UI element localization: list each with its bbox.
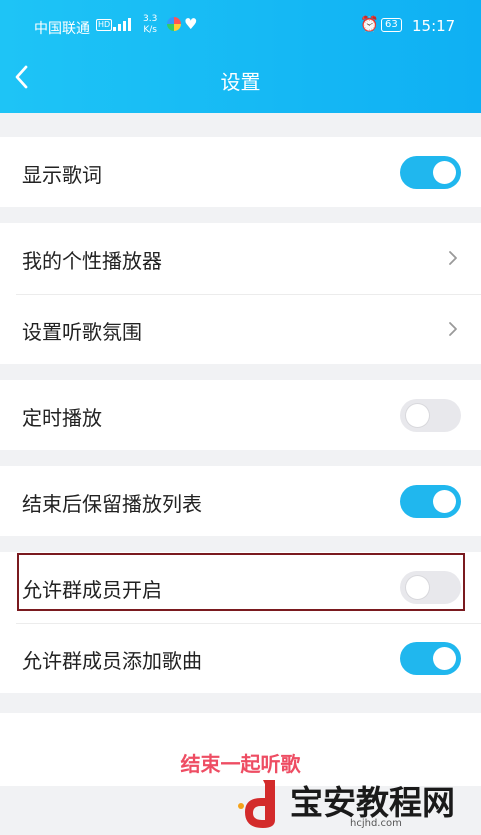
toggle-knob (433, 647, 456, 670)
row-label: 我的个性播放器 (22, 249, 162, 273)
settings-group-timer: 定时播放 (0, 380, 481, 450)
toggle-knob (433, 490, 456, 513)
toggle-knob (406, 404, 429, 427)
signal-icon (113, 18, 131, 31)
network-speed: 3.3 K/s (143, 14, 157, 36)
alarm-icon: ⏰ (360, 15, 379, 33)
carrier-name: 中国联通 (34, 21, 90, 37)
hd-badge: HD (96, 19, 113, 31)
row-label: 允许群成员添加歌曲 (22, 649, 202, 673)
toggle-knob (433, 161, 456, 184)
settings-group-player: 我的个性播放器 设置听歌氛围 (0, 223, 481, 364)
watermark-url: hcjhd.com (350, 818, 402, 829)
allow-members-add-toggle[interactable] (400, 642, 461, 675)
clock: 15:17 (412, 17, 456, 35)
network-speed-unit: K/s (143, 25, 157, 35)
status-bar: 中国联通 HD 3.3 K/s ♥ ⏰ 63 15:17 (0, 0, 481, 52)
row-label: 结束后保留播放列表 (22, 492, 202, 516)
watermark: 宝安教程网 hcjhd.com (232, 772, 481, 835)
timed-play-toggle[interactable] (400, 399, 461, 432)
row-keep-playlist[interactable]: 结束后保留播放列表 (0, 466, 481, 536)
chevron-right-icon (449, 251, 457, 265)
row-listening-atmosphere[interactable]: 设置听歌氛围 (0, 294, 481, 364)
page-title: 设置 (220, 70, 261, 94)
row-allow-members-add[interactable]: 允许群成员添加歌曲 (0, 623, 481, 693)
row-timed-play[interactable]: 定时播放 (0, 380, 481, 450)
show-lyrics-toggle[interactable] (400, 156, 461, 189)
row-my-player[interactable]: 我的个性播放器 (0, 223, 481, 293)
row-show-lyrics[interactable]: 显示歌词 (0, 137, 481, 207)
app-notification-icon (167, 17, 181, 31)
keep-playlist-toggle[interactable] (400, 485, 461, 518)
row-label: 设置听歌氛围 (22, 320, 142, 344)
watermark-text: 宝安教程网 (290, 783, 455, 822)
row-label: 定时播放 (22, 406, 102, 430)
settings-group-lyrics: 显示歌词 (0, 137, 481, 207)
row-label: 显示歌词 (22, 163, 102, 187)
highlight-box (17, 553, 465, 611)
battery-icon: 63 (381, 18, 402, 32)
settings-group-playlist: 结束后保留播放列表 (0, 466, 481, 536)
heart-icon: ♥ (184, 15, 198, 33)
network-speed-value: 3.3 (143, 14, 158, 24)
chevron-right-icon (449, 322, 457, 336)
watermark-logo-icon (238, 780, 275, 828)
app-header: 中国联通 HD 3.3 K/s ♥ ⏰ 63 15:17 设置 (0, 0, 481, 113)
